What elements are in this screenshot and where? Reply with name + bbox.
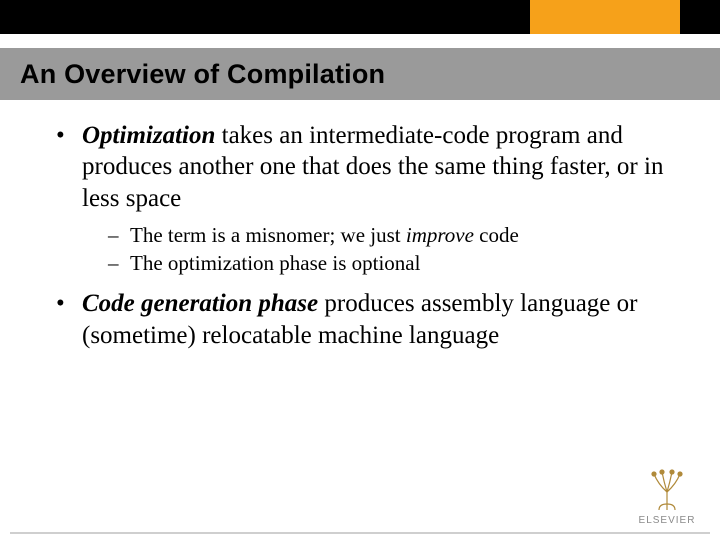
content-area: • Optimization takes an intermediate-cod… xyxy=(56,120,676,359)
bullet-2: • Code generation phase produces assembl… xyxy=(56,288,676,351)
bullet-1-sublist: – The term is a misnomer; we just improv… xyxy=(108,222,676,277)
subbullet-1-2: – The optimization phase is optional xyxy=(108,250,676,276)
title-band: An Overview of Compilation xyxy=(0,48,720,100)
subbullet-1-2-prefix: The optimization phase is optional xyxy=(130,251,420,275)
bullet-marker: • xyxy=(56,288,82,351)
bullet-1: • Optimization takes an intermediate-cod… xyxy=(56,120,676,214)
top-black-bar xyxy=(0,0,720,34)
bullet-1-text: Optimization takes an intermediate-code … xyxy=(82,120,676,214)
subbullet-1-1-text: The term is a misnomer; we just improve … xyxy=(130,222,676,248)
subbullet-marker: – xyxy=(108,250,130,276)
subbullet-1-2-text: The optimization phase is optional xyxy=(130,250,676,276)
publisher-logo: ELSEVIER xyxy=(632,466,702,526)
bullet-2-text: Code generation phase produces assembly … xyxy=(82,288,676,351)
bullet-2-lead: Code generation phase xyxy=(82,290,318,317)
subbullet-1-1-italic: improve xyxy=(406,223,474,247)
footer-divider xyxy=(10,532,710,534)
slide: An Overview of Compilation • Optimizatio… xyxy=(0,0,720,540)
subbullet-1-1-suffix: code xyxy=(474,223,519,247)
slide-title: An Overview of Compilation xyxy=(20,59,385,90)
subbullet-marker: – xyxy=(108,222,130,248)
publisher-name: ELSEVIER xyxy=(632,515,702,526)
subbullet-1-1: – The term is a misnomer; we just improv… xyxy=(108,222,676,248)
bullet-1-lead: Optimization xyxy=(82,122,215,149)
bullet-marker: • xyxy=(56,120,82,214)
top-orange-accent xyxy=(530,0,680,34)
tree-icon xyxy=(644,466,690,512)
subbullet-1-1-prefix: The term is a misnomer; we just xyxy=(130,223,406,247)
